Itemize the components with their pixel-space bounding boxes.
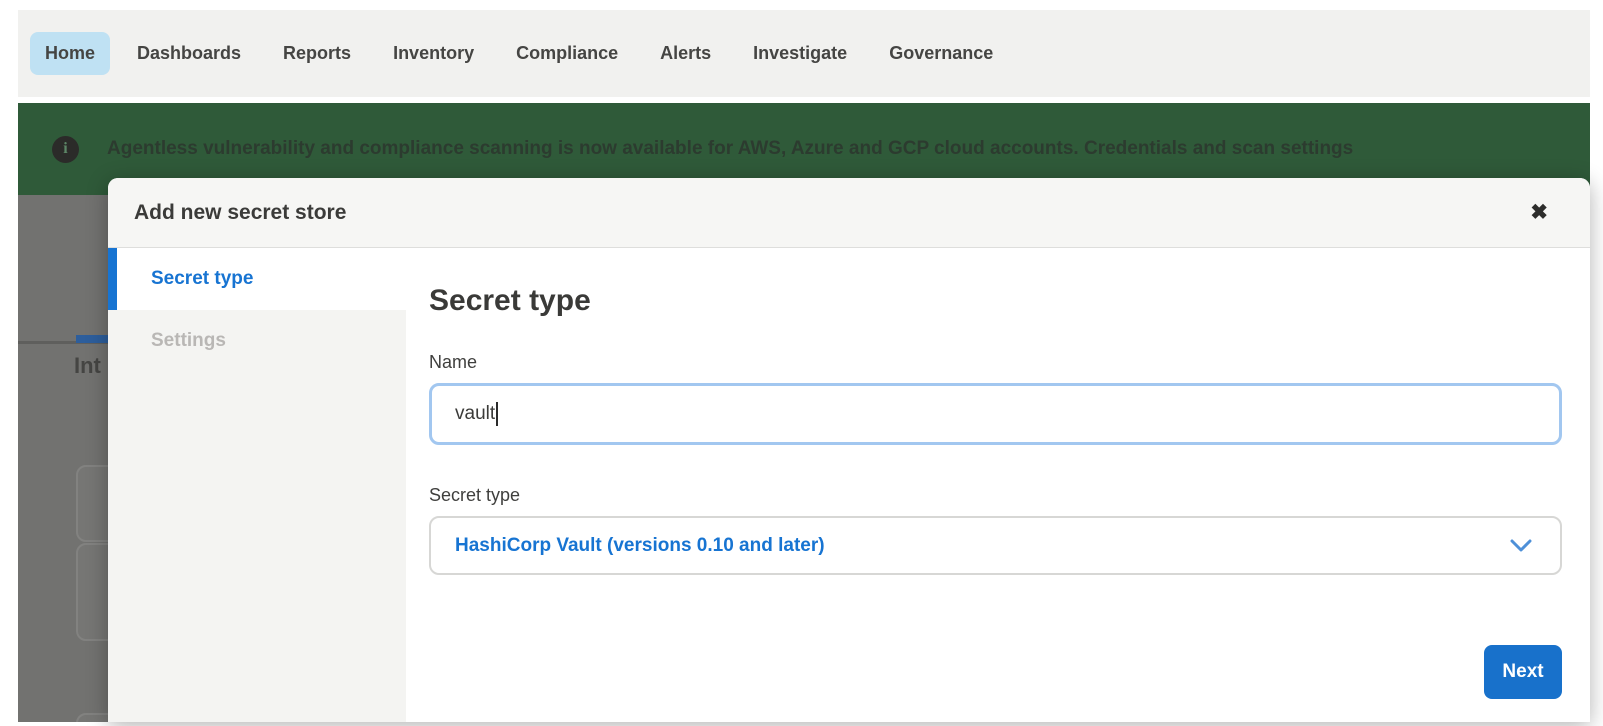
- modal-step-sidebar: Secret type Settings: [108, 248, 406, 722]
- background-page-heading-truncated: Int: [74, 353, 101, 379]
- step-label: Settings: [151, 330, 226, 352]
- secret-type-select[interactable]: HashiCorp Vault (versions 0.10 and later…: [429, 516, 1562, 575]
- step-label: Secret type: [151, 268, 253, 290]
- nav-item-reports[interactable]: Reports: [268, 32, 366, 75]
- name-input[interactable]: vault: [429, 383, 1562, 445]
- name-field-label: Name: [429, 352, 1562, 373]
- modal-title: Add new secret store: [134, 201, 346, 225]
- add-secret-store-modal: Add new secret store ✖ Secret type Setti…: [108, 178, 1590, 722]
- modal-content: Secret type Name vault Secret type Hashi…: [406, 248, 1590, 722]
- background-card: [76, 543, 108, 641]
- nav-item-compliance[interactable]: Compliance: [501, 32, 633, 75]
- nav-item-alerts[interactable]: Alerts: [645, 32, 726, 75]
- dimmed-background-page: Int: [18, 195, 108, 722]
- text-cursor: [496, 402, 498, 426]
- step-settings[interactable]: Settings: [108, 310, 406, 372]
- nav-item-investigate[interactable]: Investigate: [738, 32, 862, 75]
- modal-body: Secret type Settings Secret type Name va…: [108, 248, 1590, 722]
- modal-header: Add new secret store ✖: [108, 178, 1590, 248]
- name-input-value: vault: [455, 403, 495, 425]
- nav-item-inventory[interactable]: Inventory: [378, 32, 489, 75]
- content-heading: Secret type: [429, 284, 1562, 318]
- info-icon: i: [52, 136, 79, 163]
- nav-item-governance[interactable]: Governance: [874, 32, 1008, 75]
- chevron-down-icon: [1510, 539, 1532, 552]
- background-card: [76, 713, 108, 722]
- background-card: [76, 465, 108, 542]
- background-active-tab-underline: [76, 335, 108, 343]
- nav-item-dashboards[interactable]: Dashboards: [122, 32, 256, 75]
- step-secret-type[interactable]: Secret type: [108, 248, 406, 310]
- secret-type-selected-value: HashiCorp Vault (versions 0.10 and later…: [455, 535, 825, 557]
- secret-type-field-label: Secret type: [429, 485, 1562, 506]
- close-icon[interactable]: ✖: [1530, 202, 1548, 223]
- announcement-text: Agentless vulnerability and compliance s…: [107, 138, 1353, 160]
- nav-item-home[interactable]: Home: [30, 32, 110, 75]
- top-nav: Home Dashboards Reports Inventory Compli…: [18, 10, 1590, 97]
- next-button[interactable]: Next: [1484, 645, 1562, 699]
